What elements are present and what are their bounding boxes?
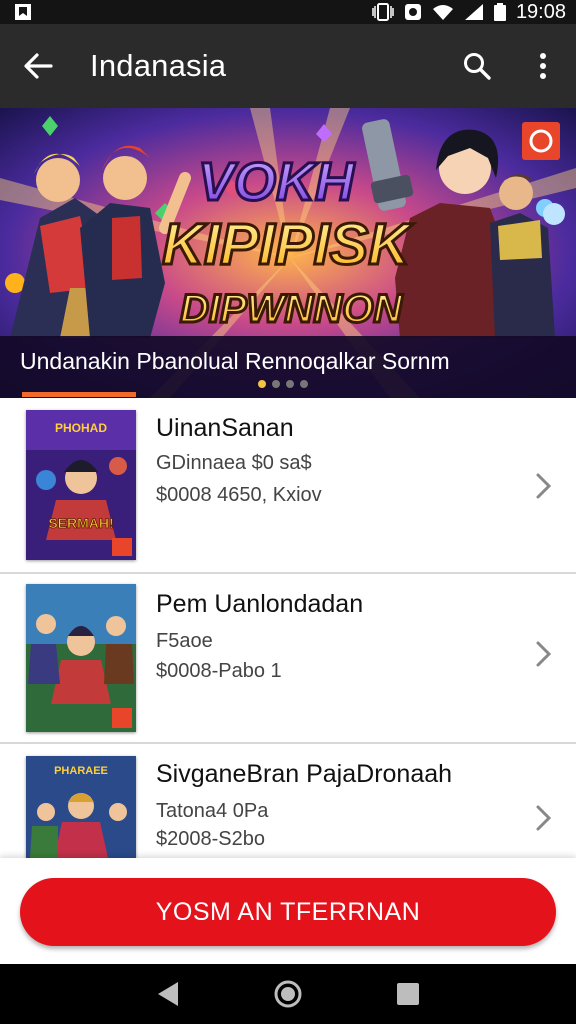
- game-list: PHOHAD SERMAH! UinanSanan GDinnaea $0 sa…: [0, 398, 576, 858]
- page-title: Indanasia: [90, 48, 227, 83]
- item-thumbnail: PHOHAD SERMAH!: [26, 410, 136, 560]
- hero-banner[interactable]: VOKH KIPIPISK DIPWNNON Undanakin Pbanolu…: [0, 108, 576, 398]
- more-vert-icon: [540, 53, 546, 79]
- svg-text:PHARAEE: PHARAEE: [54, 765, 108, 777]
- arrow-back-icon: [24, 53, 53, 79]
- back-button[interactable]: [0, 24, 76, 108]
- item-thumbnail: [26, 584, 136, 732]
- carousel-dot[interactable]: [258, 380, 266, 388]
- list-item[interactable]: PHARAEE SivganeBran PajaDronaah Tatona4 …: [0, 744, 576, 858]
- battery-icon: [493, 3, 506, 21]
- banner-headline-3: DIPWNNON: [180, 287, 403, 331]
- chevron-right-icon: [536, 473, 552, 499]
- banner-caption: Undanakin Pbanolual Rennoqalkar Sornm: [20, 348, 450, 374]
- list-item[interactable]: PHOHAD SERMAH! UinanSanan GDinnaea $0 sa…: [0, 398, 576, 574]
- item-title: Pem Uanlondadan: [156, 590, 364, 618]
- thumbnail-title: SERMAH!: [48, 515, 113, 531]
- tab-indicator: [22, 392, 136, 397]
- item-subtitle: F5aoe: [156, 630, 213, 652]
- banner-caption-bar: Undanakin Pbanolual Rennoqalkar Sornm: [0, 336, 576, 398]
- notification-icon: [15, 4, 31, 20]
- carousel-dot[interactable]: [272, 380, 280, 388]
- carousel-dot[interactable]: [300, 380, 308, 388]
- svg-text:PHOHAD: PHOHAD: [55, 421, 107, 435]
- alarm-icon: [404, 4, 421, 20]
- item-subtitle: Tatona4 0Pa: [156, 800, 269, 822]
- carousel-dot[interactable]: [286, 380, 294, 388]
- banner-headline-1: VOKH: [198, 152, 355, 212]
- wifi-icon: [432, 5, 453, 20]
- banner-headline-2: KIPIPISK: [162, 212, 414, 277]
- more-options-button[interactable]: [510, 24, 576, 108]
- chevron-right-icon: [536, 641, 552, 667]
- primary-action-button[interactable]: YOSM AN TFERRNAN: [20, 878, 556, 946]
- search-icon: [464, 53, 491, 80]
- status-time: 19:08: [515, 0, 566, 23]
- signal-icon: [464, 4, 483, 20]
- nav-back-icon[interactable]: [156, 980, 180, 1008]
- item-price: $0008-Pabo 1: [156, 660, 282, 682]
- nav-home-icon[interactable]: [273, 979, 303, 1009]
- list-item[interactable]: Pem Uanlondadan F5aoe $0008-Pabo 1: [0, 574, 576, 744]
- app-bar: Indanasia: [0, 24, 576, 108]
- item-title: SivganeBran PajaDronaah: [156, 760, 453, 788]
- chevron-right-icon: [536, 805, 552, 831]
- bottom-action-bar: YOSM AN TFERRNAN: [0, 858, 576, 964]
- status-bar: 19:08: [0, 0, 576, 24]
- banner-corner-badge: [522, 122, 560, 160]
- search-button[interactable]: [444, 24, 510, 108]
- nav-recents-icon[interactable]: [396, 982, 420, 1006]
- carousel-indicator: [258, 380, 308, 388]
- item-price: $2008-S2bo: [156, 828, 265, 850]
- vibrate-icon: [372, 3, 394, 21]
- item-title: UinanSanan: [156, 414, 294, 442]
- item-price: $0008 4650, Kxiov: [156, 484, 322, 506]
- item-subtitle: GDinnaea $0 sa$: [156, 452, 312, 474]
- system-nav-bar: [0, 964, 576, 1024]
- item-thumbnail: PHARAEE: [26, 756, 136, 858]
